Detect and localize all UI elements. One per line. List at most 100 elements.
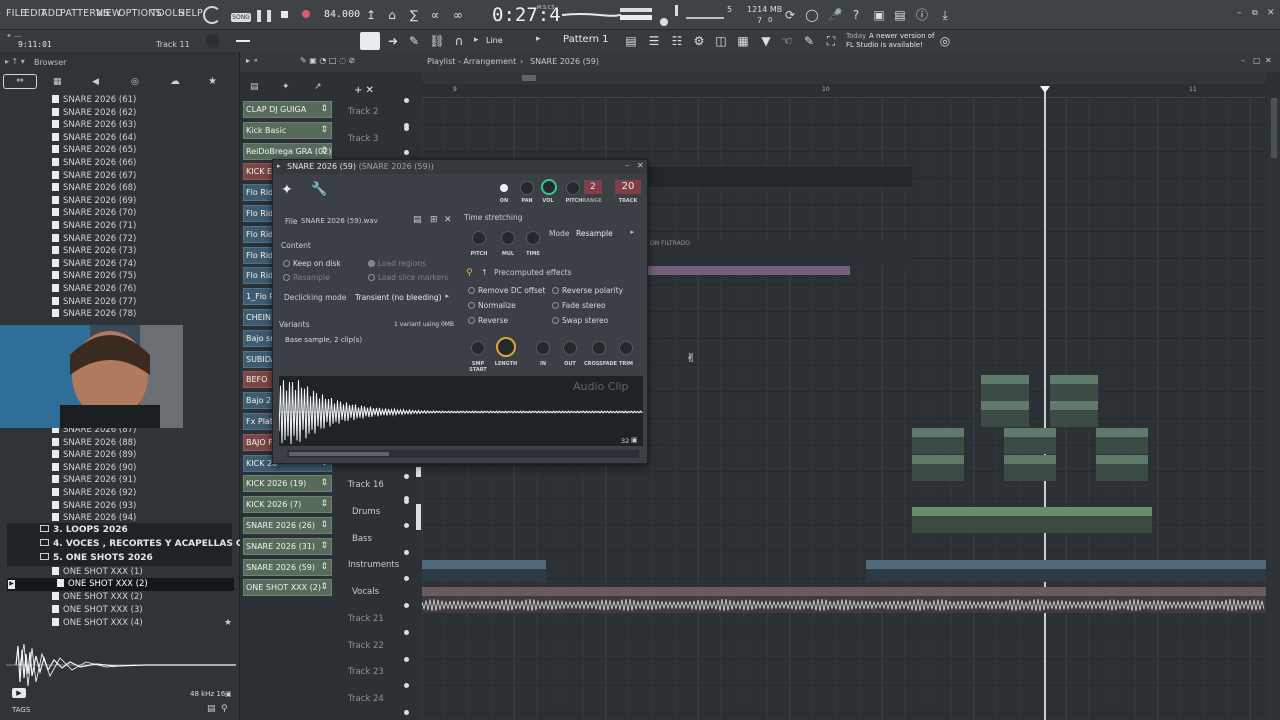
channel-add-icon[interactable]: ⇕ bbox=[320, 125, 328, 135]
on-switch[interactable] bbox=[500, 184, 508, 192]
smp-start-knob[interactable] bbox=[471, 341, 485, 355]
clip-kick-22[interactable]: KICK 2026 (22) bbox=[912, 455, 964, 481]
song-mode-badge[interactable]: SONG bbox=[231, 13, 251, 22]
folder-loops[interactable]: 3. LOOPS 2026 bbox=[40, 525, 128, 535]
clip-kick-7[interactable]: KICK..26 (7) bbox=[912, 428, 964, 454]
pattern-song-toggle-icon[interactable] bbox=[203, 6, 221, 24]
touch-icon[interactable]: ☜ bbox=[778, 32, 796, 50]
track-mute-led[interactable] bbox=[404, 126, 409, 131]
browser-item[interactable]: SNARE 2026 (93) bbox=[52, 500, 136, 514]
track-name[interactable]: Drums bbox=[352, 507, 380, 517]
master-pitch-slider[interactable] bbox=[675, 5, 678, 16]
effect-reverse[interactable]: Reverse bbox=[468, 316, 508, 325]
picker-auto-icon[interactable]: ↗ bbox=[314, 82, 322, 92]
browser-item[interactable]: SNARE 2026 (65) bbox=[52, 145, 136, 158]
countdown-icon[interactable]: ∑ bbox=[405, 6, 423, 24]
tempo-display[interactable]: 84.000 bbox=[324, 9, 360, 20]
clip-instruments[interactable]: Flo Rida - Low (fe..Pain)_instruments bbox=[422, 560, 546, 582]
browser-item[interactable]: SNARE 2026 (68) bbox=[52, 183, 136, 196]
browser-item[interactable]: SNARE 2026 (76) bbox=[52, 284, 136, 297]
browser-item[interactable]: SNARE 2026 (90) bbox=[52, 462, 136, 476]
channel-picker-item[interactable]: SNARE 2026 (26) ⇕ bbox=[243, 517, 332, 534]
channel-add-icon[interactable]: ⇕ bbox=[320, 499, 328, 509]
tags-search-icon[interactable]: ⚲ bbox=[221, 704, 228, 714]
channel-picker-item[interactable]: KICK 2026 (19) ⇕ bbox=[243, 475, 332, 493]
playlist-maximize-icon[interactable]: ▢ bbox=[1253, 56, 1261, 65]
ruler-slider[interactable] bbox=[422, 72, 1266, 84]
track-mute-led[interactable] bbox=[404, 499, 409, 504]
track-name[interactable]: Track 3 bbox=[348, 134, 378, 144]
browser-item[interactable]: SNARE 2026 (63) bbox=[52, 120, 136, 133]
waveform-scrollbar[interactable] bbox=[287, 450, 639, 458]
arrow-right-icon[interactable]: ➜ bbox=[384, 32, 402, 50]
render-icon[interactable]: ▤ bbox=[891, 6, 909, 24]
browser-item[interactable]: SNARE 2026 (91) bbox=[52, 475, 136, 488]
browser-item[interactable]: SNARE 2026 (75) bbox=[52, 271, 136, 284]
browser-item[interactable]: SNARE 2026 (92) bbox=[52, 488, 136, 501]
sampler-wrench-tab-icon[interactable]: 🔧 bbox=[311, 182, 327, 197]
hint-slider-icon[interactable] bbox=[236, 40, 250, 42]
playlist-minimize-icon[interactable]: – bbox=[1241, 56, 1245, 65]
preview-play-icon[interactable]: ▶ bbox=[8, 580, 15, 589]
window-minimize-icon[interactable]: – bbox=[1237, 8, 1242, 18]
mode-dropdown[interactable]: Resample ▸ bbox=[574, 227, 636, 240]
range-value-box[interactable]: 2 bbox=[584, 180, 602, 194]
browser-item[interactable]: SNARE 2026 (88) bbox=[52, 437, 136, 451]
pencil-icon[interactable]: ✎ bbox=[405, 32, 423, 50]
scrollbar-thumb[interactable] bbox=[1271, 98, 1277, 158]
browser-tab-files-icon[interactable]: ▦ bbox=[53, 77, 62, 87]
resample-option[interactable]: Resample bbox=[283, 273, 330, 282]
cart-icon[interactable]: ⛶ bbox=[822, 32, 840, 50]
track-value-box[interactable]: 20 bbox=[615, 180, 641, 194]
microphone-icon[interactable]: 🎤 bbox=[826, 6, 844, 24]
file-icon[interactable]: ▦ bbox=[734, 32, 752, 50]
mixer-view-icon[interactable]: ⚙ bbox=[690, 32, 708, 50]
stop-icon[interactable] bbox=[281, 11, 288, 18]
playlist-scrollbar[interactable] bbox=[1268, 98, 1280, 720]
news-text-2[interactable]: FL Studio is available! bbox=[846, 41, 923, 49]
zoom-icon[interactable]: ▣ bbox=[631, 436, 638, 444]
track-name[interactable]: Vocals bbox=[352, 587, 379, 597]
plugin-icon[interactable]: ▼ bbox=[757, 32, 775, 50]
crossfade-knob[interactable] bbox=[592, 341, 606, 355]
brush-icon[interactable]: ✎ bbox=[800, 32, 818, 50]
track-name[interactable]: Track 23 bbox=[348, 667, 384, 677]
browser-item[interactable]: SNARE 2026 (67) bbox=[52, 170, 136, 184]
browser-item[interactable]: SNARE 2026 (64) bbox=[52, 132, 136, 146]
clip-kick-7[interactable]: KICK 2026 (7) bbox=[1096, 428, 1148, 454]
metronome-icon[interactable]: ↥ bbox=[362, 6, 380, 24]
clip-kick-22[interactable]: KICK 2026 (22) bbox=[1004, 455, 1056, 481]
link-icon[interactable]: ⛓ bbox=[428, 32, 446, 50]
clip-filtrado[interactable]: ON FILTRADO bbox=[648, 240, 912, 266]
blend-notes-icon[interactable]: ∝ bbox=[426, 6, 444, 24]
clip-snare-26[interactable]: SNAR..(26) bbox=[981, 401, 1029, 427]
sampler-minimize-icon[interactable]: – bbox=[625, 161, 629, 170]
globe-icon[interactable]: ◎ bbox=[936, 32, 954, 50]
pattern-selector[interactable]: ▸ Pattern 1 bbox=[536, 33, 620, 48]
save-icon[interactable]: ▣ bbox=[870, 6, 888, 24]
declick-dropdown[interactable]: Transient (no bleeding) ▸ bbox=[353, 291, 451, 304]
browser-tab-all-icon[interactable]: ⇔ bbox=[3, 74, 37, 89]
browser-item[interactable]: SNARE 2026 (77) bbox=[52, 296, 136, 310]
browser-item[interactable]: SNARE 2026 (71) bbox=[52, 221, 136, 234]
play-icon[interactable]: ❚❚ bbox=[254, 6, 274, 24]
oneshot-item[interactable]: ONE SHOT XXX (2) bbox=[52, 592, 143, 605]
mixer-icon[interactable]: ◯ bbox=[803, 6, 821, 24]
out-knob[interactable] bbox=[563, 341, 577, 355]
track-mute-led[interactable] bbox=[404, 576, 409, 581]
track-mute-led[interactable] bbox=[404, 710, 409, 715]
playlist-close-icon[interactable]: ✕ bbox=[1265, 56, 1272, 65]
channel-picker-item[interactable]: ONE SHOT XXX (2) ⇕ bbox=[243, 579, 332, 597]
in-knob[interactable] bbox=[536, 341, 550, 355]
ruler-slider-handle[interactable] bbox=[522, 75, 536, 81]
variants-item[interactable]: Base sample, 2 clip(s) bbox=[285, 336, 362, 344]
sampler-close-icon[interactable]: ✕ bbox=[637, 161, 644, 170]
browser-item[interactable]: SNARE 2026 (74) bbox=[52, 258, 136, 272]
piano-roll-icon[interactable] bbox=[360, 32, 380, 50]
track-mute-led[interactable] bbox=[404, 523, 409, 528]
preview-play-button[interactable]: ▶ bbox=[12, 688, 26, 698]
timeline-ruler[interactable]: 9 10 11 bbox=[422, 84, 1266, 98]
file-open-icon[interactable]: ▤ bbox=[413, 215, 422, 225]
clip-snare-59[interactable]: SNAR..6 (59) bbox=[981, 375, 1029, 401]
ts-time-knob[interactable] bbox=[526, 231, 540, 245]
